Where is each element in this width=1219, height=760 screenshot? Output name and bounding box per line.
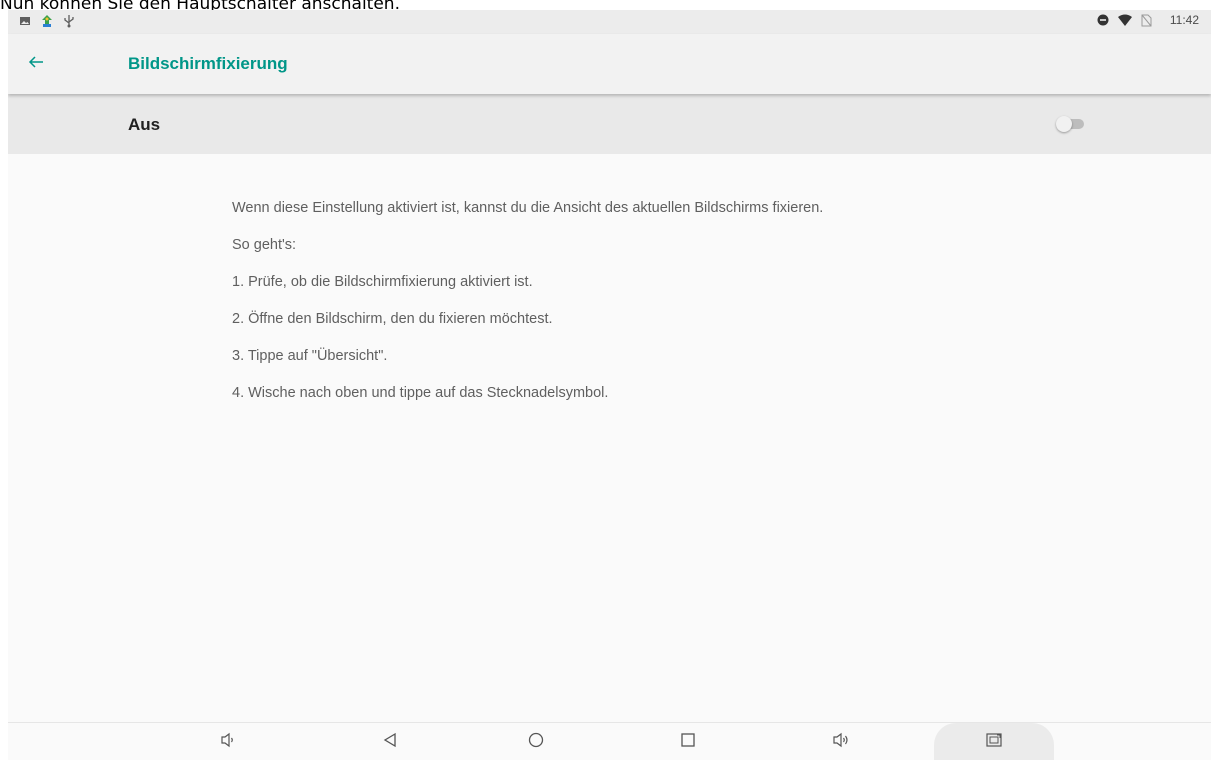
volume-down-icon: [220, 732, 236, 753]
app-notification-icon: [40, 14, 54, 28]
description-line: So geht's:: [232, 237, 297, 253]
screenshot-button[interactable]: [964, 723, 1024, 760]
home-circle-icon: [528, 732, 544, 753]
nav-back-button[interactable]: [360, 723, 420, 760]
screenshot-icon: [985, 732, 1003, 753]
description-line: Wenn diese Einstellung aktiviert ist, ka…: [232, 200, 824, 216]
volume-up-button[interactable]: [811, 723, 871, 760]
image-notification-icon: [18, 14, 32, 28]
app-bar: Bildschirmfixierung: [8, 34, 1211, 94]
description-line: 4. Wische nach oben und tippe auf das St…: [232, 385, 609, 401]
master-switch-row[interactable]: Aus: [8, 94, 1211, 154]
description-text: Wenn diese Einstellung aktiviert ist, ka…: [232, 198, 823, 420]
master-switch-label: Aus: [128, 115, 161, 134]
nav-home-button[interactable]: [506, 723, 566, 760]
usb-icon: [62, 14, 76, 28]
description-line: 3. Tippe auf "Übersicht".: [232, 348, 388, 364]
status-bar: 11:42: [8, 10, 1211, 34]
overview-square-icon: [680, 732, 696, 753]
nav-overview-button[interactable]: [658, 723, 718, 760]
navigation-bar: [8, 722, 1211, 760]
status-clock: 11:42: [1169, 13, 1199, 27]
arrow-back-icon: [28, 54, 44, 75]
do-not-disturb-icon: [1096, 13, 1110, 27]
master-toggle-switch[interactable]: [1056, 116, 1086, 132]
page-title: Bildschirmfixierung: [128, 54, 288, 73]
volume-down-button[interactable]: [198, 723, 258, 760]
android-screen: 11:42 Bildschirmfixierung Aus Wenn diese…: [8, 10, 1211, 760]
toggle-thumb: [1056, 116, 1072, 132]
wifi-icon: [1117, 13, 1132, 27]
no-sim-icon: [1140, 13, 1154, 27]
back-triangle-icon: [382, 732, 398, 753]
back-button[interactable]: [20, 48, 52, 80]
description-line: 1. Prüfe, ob die Bildschirmfixierung akt…: [232, 274, 533, 290]
volume-up-icon: [832, 732, 850, 753]
description-line: 2. Öffne den Bildschirm, den du fixieren…: [232, 311, 553, 327]
